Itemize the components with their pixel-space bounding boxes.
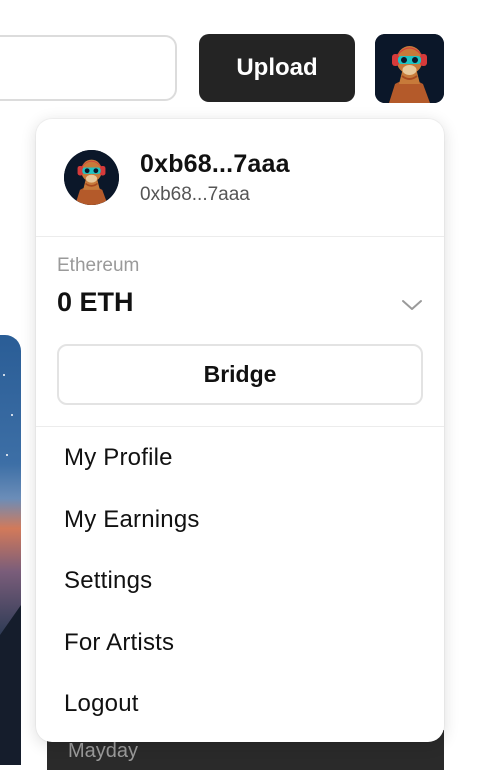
llama-avatar-icon [64,150,119,205]
wallet-balance: 0 ETH [57,287,134,317]
background-artwork-image [0,335,21,765]
menu-item-my-earnings[interactable]: My Earnings [64,506,200,534]
menu-item-logout[interactable]: Logout [64,690,139,718]
divider [36,236,444,237]
menu-item-my-profile[interactable]: My Profile [64,444,173,472]
profile-row[interactable]: 0xb68...7aaa 0xb68...7aaa [36,119,444,236]
profile-wallet-address: 0xb68...7aaa [140,184,250,205]
upload-button[interactable]: Upload [199,34,355,102]
chevron-down-icon[interactable] [400,295,424,315]
track-title: Mayday [68,740,139,762]
profile-display-name: 0xb68...7aaa [140,150,290,178]
llama-avatar-icon [375,34,444,103]
menu-item-for-artists[interactable]: For Artists [64,629,174,657]
menu-item-settings[interactable]: Settings [64,567,152,595]
network-label: Ethereum [57,255,140,276]
account-dropdown: 0xb68...7aaa 0xb68...7aaa Ethereum 0 ETH… [36,119,444,742]
profile-avatar [64,150,119,205]
background-artwork [0,335,21,765]
bridge-button[interactable]: Bridge [57,344,423,405]
search-input[interactable] [0,35,177,101]
divider [36,426,444,427]
avatar-button[interactable] [375,34,444,103]
